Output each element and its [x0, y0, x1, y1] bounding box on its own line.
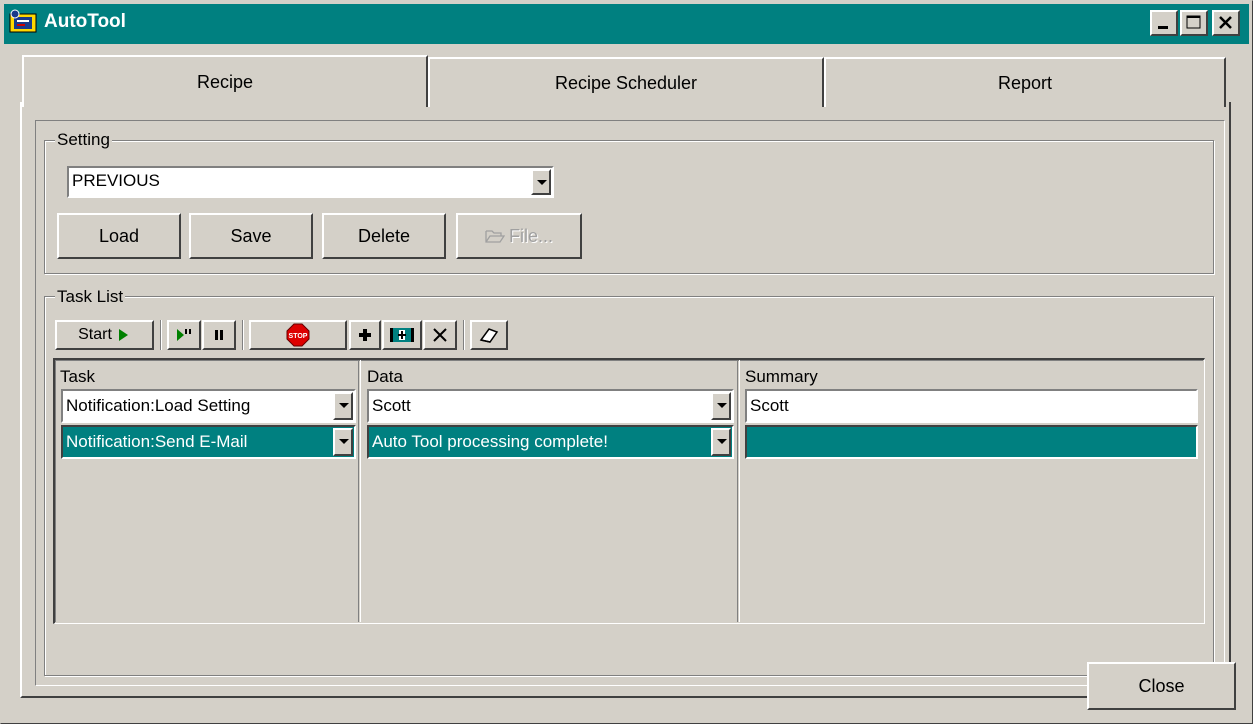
clear-button[interactable] [470, 320, 508, 350]
play-icon [118, 329, 128, 341]
column-header-summary[interactable]: Summary [745, 367, 818, 387]
close-icon [433, 328, 447, 342]
column-header-data[interactable]: Data [367, 367, 403, 387]
start-button-label: Start [78, 326, 112, 343]
svg-text:STOP: STOP [289, 333, 308, 340]
task-row-1-data-select[interactable]: Scott [367, 389, 734, 423]
file-button-label: File... [508, 225, 553, 246]
task-row-1-summary-field[interactable]: Scott [745, 389, 1198, 423]
task-row-1-data-value: Scott [372, 396, 411, 415]
chevron-down-icon[interactable] [711, 392, 731, 420]
task-row-1-summary-value: Scott [750, 396, 789, 415]
task-row-2-task-value: Notification:Send E-Mail [66, 432, 248, 451]
app-icon [8, 8, 38, 38]
start-button[interactable]: Start [55, 320, 154, 350]
minimize-icon [1158, 26, 1168, 29]
window-title: AutoTool [44, 11, 126, 32]
close-button[interactable]: Close [1087, 662, 1236, 710]
column-header-task[interactable]: Task [60, 367, 95, 387]
tab-recipe-scheduler[interactable]: Recipe Scheduler [428, 57, 824, 107]
task-row-1-task-value: Notification:Load Setting [66, 396, 251, 415]
stop-icon: STOP [286, 323, 310, 347]
tab-recipe-label: Recipe [196, 71, 254, 92]
task-row-2-data-select[interactable]: Auto Tool processing complete! [367, 425, 734, 459]
toolbar-separator [160, 320, 162, 350]
task-list-group-label: Task List [55, 287, 126, 307]
delete-task-button[interactable] [423, 320, 457, 350]
close-button-label: Close [1138, 675, 1185, 696]
task-row-2-data-value: Auto Tool processing complete! [372, 432, 608, 451]
load-button-label: Load [98, 225, 140, 246]
tab-report[interactable]: Report [824, 57, 1226, 107]
maximize-icon [1186, 15, 1201, 29]
insert-task-button[interactable] [382, 320, 422, 350]
task-row-1-task-select[interactable]: Notification:Load Setting [61, 389, 356, 423]
step-icon [177, 329, 191, 341]
task-row-2-task-select[interactable]: Notification:Send E-Mail [61, 425, 356, 459]
folder-open-icon [485, 230, 505, 243]
step-button[interactable] [167, 320, 201, 350]
maximize-button[interactable] [1180, 10, 1208, 36]
load-button[interactable]: Load [57, 213, 181, 259]
tab-report-label: Report [997, 72, 1053, 93]
minimize-button[interactable] [1150, 10, 1178, 36]
save-button-label: Save [230, 225, 272, 246]
close-icon [1219, 16, 1232, 29]
pause-icon [215, 330, 223, 340]
close-window-button[interactable] [1212, 10, 1240, 36]
save-button[interactable]: Save [189, 213, 313, 259]
title-bar[interactable] [4, 4, 1249, 44]
file-button[interactable]: File... [456, 213, 582, 259]
stop-button[interactable]: STOP [249, 320, 347, 350]
chevron-down-icon[interactable] [711, 428, 731, 456]
delete-button-label: Delete [357, 225, 411, 246]
add-task-button[interactable] [349, 320, 381, 350]
plus-icon [359, 329, 371, 341]
task-row-2-summary-field[interactable] [745, 425, 1198, 459]
pause-button[interactable] [202, 320, 236, 350]
setting-group-label: Setting [55, 130, 112, 150]
eraser-icon [479, 328, 499, 343]
delete-button[interactable]: Delete [322, 213, 446, 259]
insert-row-icon [390, 328, 414, 342]
toolbar-separator [463, 320, 465, 350]
setting-select-value: PREVIOUS [72, 171, 160, 190]
tab-recipe-scheduler-label: Recipe Scheduler [554, 72, 698, 93]
column-divider[interactable] [358, 360, 361, 622]
chevron-down-icon[interactable] [333, 392, 353, 420]
chevron-down-icon[interactable] [333, 428, 353, 456]
toolbar-separator [242, 320, 244, 350]
column-divider[interactable] [737, 360, 740, 622]
chevron-down-icon[interactable] [531, 169, 551, 195]
tab-recipe[interactable]: Recipe [22, 55, 428, 107]
setting-select[interactable]: PREVIOUS [67, 166, 554, 198]
